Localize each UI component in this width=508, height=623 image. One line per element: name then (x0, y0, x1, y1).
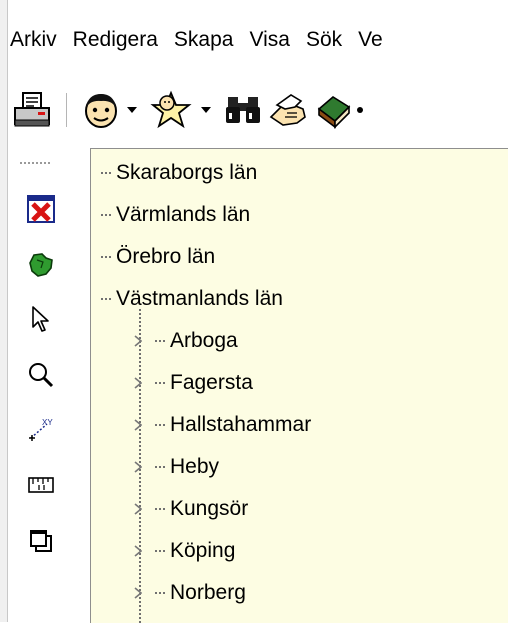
printer-icon (14, 92, 50, 127)
pointer-button[interactable] (24, 302, 58, 336)
tree-node-label: Fagersta (170, 371, 253, 394)
handshake-button[interactable] (265, 88, 311, 132)
search-binoculars-button[interactable] (221, 88, 265, 132)
window-left-edge (0, 0, 8, 622)
tree-node-label: Örebro län (116, 245, 216, 268)
expand-toggle[interactable] (131, 459, 145, 475)
coordinate-button[interactable]: XY (24, 412, 58, 446)
menu-redigera[interactable]: Redigera (73, 20, 158, 52)
pointer-icon (32, 306, 49, 332)
tree-node-label: Heby (170, 455, 220, 478)
tree-connector (155, 508, 166, 510)
close-button[interactable] (24, 192, 58, 226)
region-tree: Skaraborgs län Värmlands län Örebro län … (90, 148, 508, 623)
windows-button[interactable] (24, 524, 58, 558)
menu-visa[interactable]: Visa (249, 20, 289, 52)
map-region-button[interactable] (24, 248, 58, 282)
tree-node-label: Hallstahammar (170, 413, 312, 436)
tree-node-child[interactable]: Köping (131, 531, 235, 571)
tree-node-label: Arboga (170, 329, 238, 352)
tree-connector (155, 550, 166, 552)
person-star-dropdown-button[interactable] (199, 107, 213, 113)
tree-node-label: Köping (170, 539, 236, 562)
binoculars-icon (226, 97, 260, 123)
tree-node-label: Skaraborgs län (116, 161, 258, 184)
handshake-icon (269, 94, 306, 126)
dropdown-arrow-icon (127, 107, 137, 113)
ruler-button[interactable] (24, 468, 58, 502)
tree-node-label: Västmanlands län (116, 287, 283, 310)
chevron-right-icon (134, 419, 142, 431)
tree-node-child[interactable]: Heby (131, 447, 219, 487)
print-button[interactable] (10, 88, 54, 132)
toolbar-overflow[interactable] (355, 88, 365, 132)
chevron-right-icon (134, 545, 142, 557)
chevron-right-icon (134, 377, 142, 389)
svg-text:XY: XY (42, 418, 53, 427)
expand-toggle[interactable] (131, 543, 145, 559)
menu-bar: Arkiv Redigera Skapa Visa Sök Ve (10, 0, 508, 72)
chevron-right-icon (134, 587, 142, 599)
tree-node-child[interactable]: Arboga (131, 321, 238, 361)
close-x-icon (27, 195, 55, 223)
dropdown-arrow-icon (201, 107, 211, 113)
tree-node-label: Värmlands län (116, 203, 251, 226)
person-icon (85, 94, 117, 128)
tree-node-child[interactable]: Kungsör (131, 489, 248, 529)
chevron-right-icon (134, 335, 142, 347)
menu-sok[interactable]: Sök (306, 20, 342, 52)
overflow-arrow-icon (357, 107, 363, 113)
tree-node-top[interactable]: Örebro län (101, 237, 215, 277)
zoom-button[interactable] (24, 358, 58, 392)
tree-node-top[interactable]: Skaraborgs län (101, 153, 257, 193)
tree-node-top[interactable]: Västmanlands län (101, 279, 283, 319)
coordinate-xy-icon: XY (29, 418, 53, 441)
vertical-toolbar: XY (10, 148, 86, 622)
tree-connector (155, 466, 166, 468)
expand-toggle[interactable] (131, 501, 145, 517)
tree-node-top[interactable]: Värmlands län (101, 195, 250, 235)
tree-node-child[interactable]: Hallstahammar (131, 405, 311, 445)
tree-node-label: Kungsör (170, 497, 249, 520)
person-star-button[interactable] (147, 88, 195, 132)
tree-connector (155, 340, 166, 342)
tree-node-child[interactable]: Fagersta (131, 363, 253, 403)
tree-connector (155, 424, 166, 426)
ruler-icon (28, 477, 54, 493)
magnifier-icon (29, 363, 54, 388)
book-icon (317, 96, 351, 129)
expand-toggle[interactable] (131, 585, 145, 601)
menu-skapa[interactable]: Skapa (174, 20, 234, 52)
toolbar-grip[interactable] (20, 162, 50, 164)
copy-windows-icon (30, 530, 52, 552)
person-dropdown-button[interactable] (125, 107, 139, 113)
tree-connector (155, 382, 166, 384)
person-button[interactable] (81, 88, 121, 132)
menu-ve[interactable]: Ve (358, 20, 383, 52)
map-region-icon (29, 253, 53, 277)
menu-arkiv[interactable]: Arkiv (10, 20, 57, 52)
expand-toggle[interactable] (131, 417, 145, 433)
tree-connector (155, 592, 166, 594)
expand-toggle[interactable] (131, 333, 145, 349)
tree-connector (101, 256, 112, 258)
tree-connector (101, 172, 112, 174)
tree-node-child[interactable]: Norberg (131, 573, 246, 613)
book-button[interactable] (311, 88, 355, 132)
person-star-icon (150, 90, 192, 129)
tree-connector (101, 298, 112, 300)
main-toolbar (10, 78, 508, 142)
chevron-right-icon (134, 461, 142, 473)
tree-node-label: Norberg (170, 581, 246, 604)
expand-toggle[interactable] (131, 375, 145, 391)
chevron-right-icon (134, 503, 142, 515)
toolbar-separator (66, 93, 67, 127)
tree-connector (101, 214, 112, 216)
